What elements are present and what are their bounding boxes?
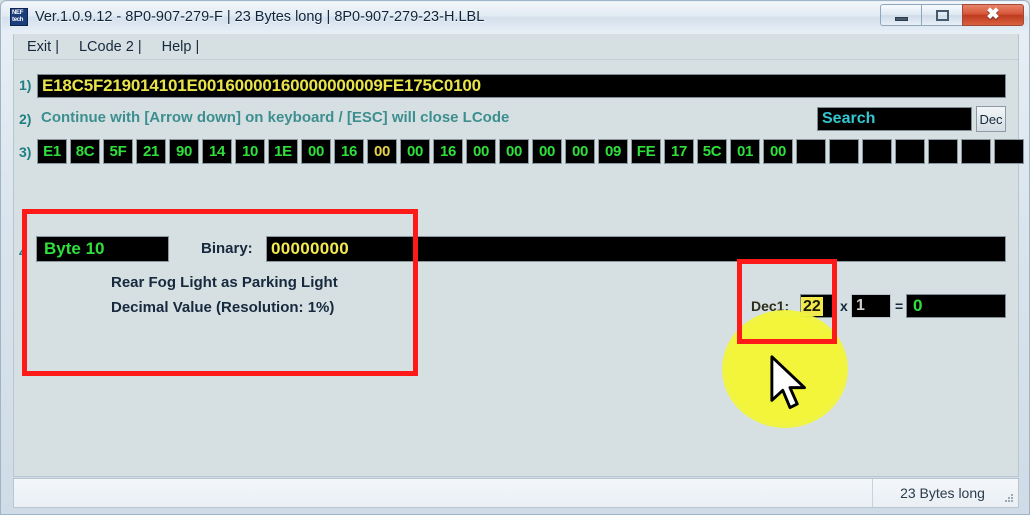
- window-close-button[interactable]: ✖: [962, 4, 1024, 26]
- byte-cell-21[interactable]: 01: [730, 139, 760, 164]
- byte-cell-12[interactable]: 16: [433, 139, 463, 164]
- search-input[interactable]: Search: [817, 107, 972, 131]
- multiplier-input[interactable]: 1: [851, 294, 891, 318]
- app-logo-text: NEF tech: [12, 10, 24, 23]
- resize-grip-icon[interactable]: [1003, 492, 1015, 504]
- byte-cell-15[interactable]: 00: [532, 139, 562, 164]
- byte-cell-3[interactable]: 21: [136, 139, 166, 164]
- window-maximize-button[interactable]: [921, 4, 962, 26]
- byte-cell-19[interactable]: 17: [664, 139, 694, 164]
- byte-description-line-2: Decimal Value (Resolution: 1%): [111, 299, 335, 316]
- selected-byte-label-field: Byte 10: [36, 236, 169, 262]
- status-bar: 23 Bytes long: [13, 478, 1019, 508]
- menu-bar: Exit | LCode 2 | Help |: [14, 34, 1018, 60]
- byte-cell-18[interactable]: FE: [631, 139, 661, 164]
- window-title: Ver.1.0.9.12 - 8P0-907-279-F | 23 Bytes …: [35, 9, 485, 25]
- equals-symbol: =: [895, 298, 904, 314]
- hex-string-value: E18C5F219014101E00160000160000000009FE17…: [42, 76, 481, 95]
- calculation-result-value: 0: [913, 296, 923, 315]
- menu-item-help[interactable]: Help |: [155, 39, 207, 55]
- search-input-value: Search: [822, 110, 876, 127]
- byte-cell-25[interactable]: [862, 139, 892, 164]
- byte-cell-11[interactable]: 00: [400, 139, 430, 164]
- multiplier-value: 1: [856, 297, 865, 314]
- byte-cell-7[interactable]: 1E: [268, 139, 298, 164]
- calculation-result-field: 0: [906, 294, 1006, 318]
- byte-cell-20[interactable]: 5C: [697, 139, 727, 164]
- row-number-3: 3): [19, 144, 32, 160]
- byte-cell-8[interactable]: 00: [301, 139, 331, 164]
- byte-cell-17[interactable]: 09: [598, 139, 628, 164]
- window-minimize-icon: [894, 17, 908, 21]
- byte-cell-27[interactable]: [928, 139, 958, 164]
- binary-value: 00000000: [271, 239, 350, 258]
- byte-cell-10[interactable]: 00: [367, 139, 397, 164]
- byte-cell-6[interactable]: 10: [235, 139, 265, 164]
- byte-cell-26[interactable]: [895, 139, 925, 164]
- byte-cell-5[interactable]: 14: [202, 139, 232, 164]
- window-close-icon: ✖: [986, 6, 1000, 23]
- window-maximize-icon: [935, 9, 949, 21]
- byte-cell-4[interactable]: 90: [169, 139, 199, 164]
- row-number-2: 2): [19, 111, 32, 127]
- byte-cell-24[interactable]: [829, 139, 859, 164]
- app-logo-icon: NEF tech: [10, 8, 28, 26]
- window-controls: ✖: [880, 4, 1024, 26]
- byte-cell-row: E1 8C 5F 21 90 14 10 1E 00 16 00 00 16 00 00 00 00 09 FE 17…: [37, 139, 1024, 164]
- hint-text: Continue with [Arrow down] on keyboard /…: [41, 109, 510, 126]
- byte-cell-9[interactable]: 16: [334, 139, 364, 164]
- multiply-symbol: x: [840, 298, 848, 314]
- hex-string-field[interactable]: E18C5F219014101E00160000160000000009FE17…: [37, 74, 1006, 98]
- byte-cell-28[interactable]: [961, 139, 991, 164]
- byte-cell-22[interactable]: 00: [763, 139, 793, 164]
- byte-cell-0[interactable]: E1: [37, 139, 67, 164]
- dec1-value: 22: [801, 296, 823, 316]
- application-window: NEF tech Ver.1.0.9.12 - 8P0-907-279-F | 2…: [0, 0, 1030, 515]
- dec1-input[interactable]: 22: [800, 294, 836, 318]
- byte-cell-1[interactable]: 8C: [70, 139, 100, 164]
- dec-toggle-button[interactable]: Dec: [976, 106, 1006, 132]
- menu-item-lcode2[interactable]: LCode 2 |: [72, 39, 149, 55]
- byte-cell-13[interactable]: 00: [466, 139, 496, 164]
- byte-cell-14[interactable]: 00: [499, 139, 529, 164]
- window-minimize-button[interactable]: [880, 4, 921, 26]
- menu-item-exit[interactable]: Exit |: [20, 39, 66, 55]
- byte-description-line-1: Rear Fog Light as Parking Light: [111, 274, 338, 291]
- binary-value-field[interactable]: 00000000: [266, 236, 1006, 262]
- status-bytes-long: 23 Bytes long: [872, 479, 1012, 507]
- binary-label: Binary:: [201, 240, 253, 257]
- window-frame: NEF tech Ver.1.0.9.12 - 8P0-907-279-F | 2…: [0, 0, 1030, 515]
- byte-cell-16[interactable]: 00: [565, 139, 595, 164]
- row-number-1: 1): [19, 77, 32, 93]
- row-number-4: 4: [19, 244, 27, 260]
- selected-byte-label: Byte 10: [44, 239, 105, 258]
- byte-cell-2[interactable]: 5F: [103, 139, 133, 164]
- window-titlebar: NEF tech Ver.1.0.9.12 - 8P0-907-279-F | 2…: [2, 2, 1028, 32]
- dec1-label: Dec1:: [751, 298, 790, 314]
- byte-cell-23[interactable]: [796, 139, 826, 164]
- byte-cell-29[interactable]: [994, 139, 1024, 164]
